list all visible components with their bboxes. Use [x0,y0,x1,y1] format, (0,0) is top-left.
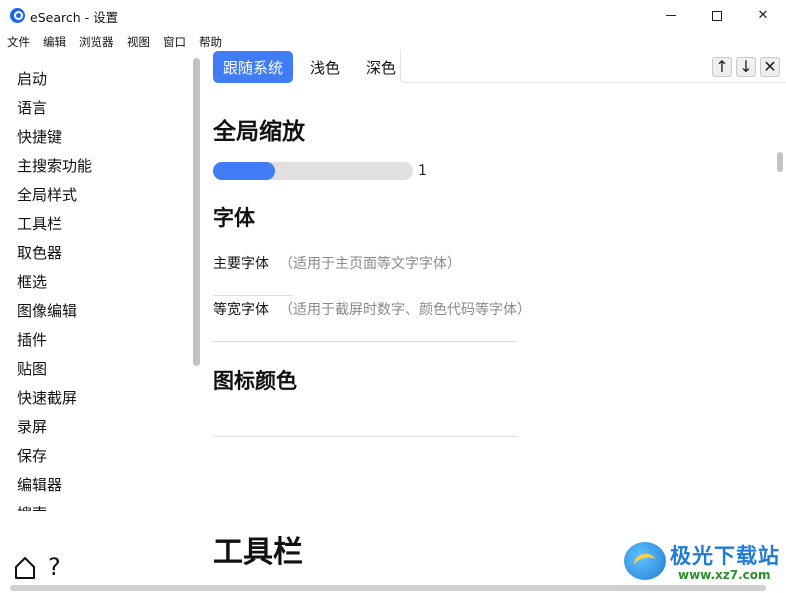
sidebar-item-shortcuts[interactable]: 快捷键 [17,126,62,147]
theme-tab-light[interactable]: 浅色 [302,51,348,83]
watermark-url: www.xz7.com [678,568,771,582]
find-close-button[interactable]: ✕ [760,57,780,77]
mono-font-label: 等宽字体 [213,302,269,318]
sidebar-item-editor[interactable]: 编辑器 [17,474,62,495]
app-search-icon [10,8,25,23]
global-zoom-value: 1 [418,163,427,179]
home-icon[interactable] [14,556,36,580]
watermark: 极光下载站 www.xz7.com [624,540,780,586]
mono-font-hint: （适用于截屏时数字、颜色代码等字体） [279,302,531,318]
main-font-hint: （适用于主页面等文字字体） [279,256,461,272]
sidebar-item-search[interactable]: 搜索 [17,503,47,511]
sidebar-item-selection[interactable]: 框选 [17,271,47,292]
menu-window[interactable]: 窗口 [163,34,186,50]
sidebar-item-language[interactable]: 语言 [17,97,47,118]
main-scrollbar[interactable] [777,152,783,172]
sidebar-item-save[interactable]: 保存 [17,445,47,466]
icon-color-divider [213,436,517,437]
menu-edit[interactable]: 编辑 [43,34,66,50]
menu-view[interactable]: 视图 [127,34,150,50]
main-font-label: 主要字体 [213,256,269,272]
mono-font-divider [213,341,517,342]
menu-file[interactable]: 文件 [7,34,30,50]
close-window-button[interactable]: ✕ [740,0,786,31]
mono-font-row[interactable]: 等宽字体 （适用于截屏时数字、颜色代码等字体） [213,299,531,319]
title-bar: eSearch - 设置 ✕ [0,0,786,31]
icon-color-heading: 图标颜色 [213,369,297,393]
toolbar-section-heading: 工具栏 [213,535,303,570]
menu-bar: 文件 编辑 浏览器 视图 窗口 帮助 [0,31,786,51]
sidebar-item-toolbar[interactable]: 工具栏 [17,213,62,234]
sidebar-item-main-search[interactable]: 主搜索功能 [17,155,92,176]
sidebar-item-record[interactable]: 录屏 [17,416,47,437]
minimize-icon [666,15,676,16]
sidebar-item-pin[interactable]: 贴图 [17,358,47,379]
find-previous-button[interactable]: ↑ [712,57,732,77]
menu-browser[interactable]: 浏览器 [79,34,114,50]
find-next-button[interactable]: ↓ [736,57,756,77]
settings-sidebar: 启动 语言 快捷键 主搜索功能 全局样式 工具栏 取色器 框选 图像编辑 插件 … [0,57,192,511]
sidebar-item-plugins[interactable]: 插件 [17,329,47,350]
menu-help[interactable]: 帮助 [199,34,222,50]
main-font-divider [213,295,293,296]
theme-tab-follow-system[interactable]: 跟随系统 [213,51,293,83]
sidebar-item-color-picker[interactable]: 取色器 [17,242,62,263]
global-zoom-slider-fill [213,162,275,180]
sidebar-scrollbar[interactable] [193,58,200,366]
sidebar-item-image-edit[interactable]: 图像编辑 [17,300,77,321]
window-title: eSearch - 设置 [30,10,119,25]
sidebar-item-quick-screenshot[interactable]: 快速截屏 [17,387,77,408]
main-font-row[interactable]: 主要字体 （适用于主页面等文字字体） [213,253,461,273]
help-icon[interactable]: ? [48,553,61,581]
sidebar-item-global-style[interactable]: 全局样式 [17,184,77,205]
global-zoom-slider[interactable] [213,162,413,180]
maximize-icon [712,10,722,21]
theme-tab-dark[interactable]: 深色 [358,51,404,83]
watermark-brand: 极光下载站 [670,544,780,568]
watermark-logo-icon [624,542,666,580]
maximize-button[interactable] [694,0,740,31]
sidebar-item-startup[interactable]: 启动 [17,68,47,89]
font-heading: 字体 [213,206,255,230]
minimize-button[interactable] [648,0,694,31]
global-zoom-heading: 全局缩放 [213,119,305,145]
